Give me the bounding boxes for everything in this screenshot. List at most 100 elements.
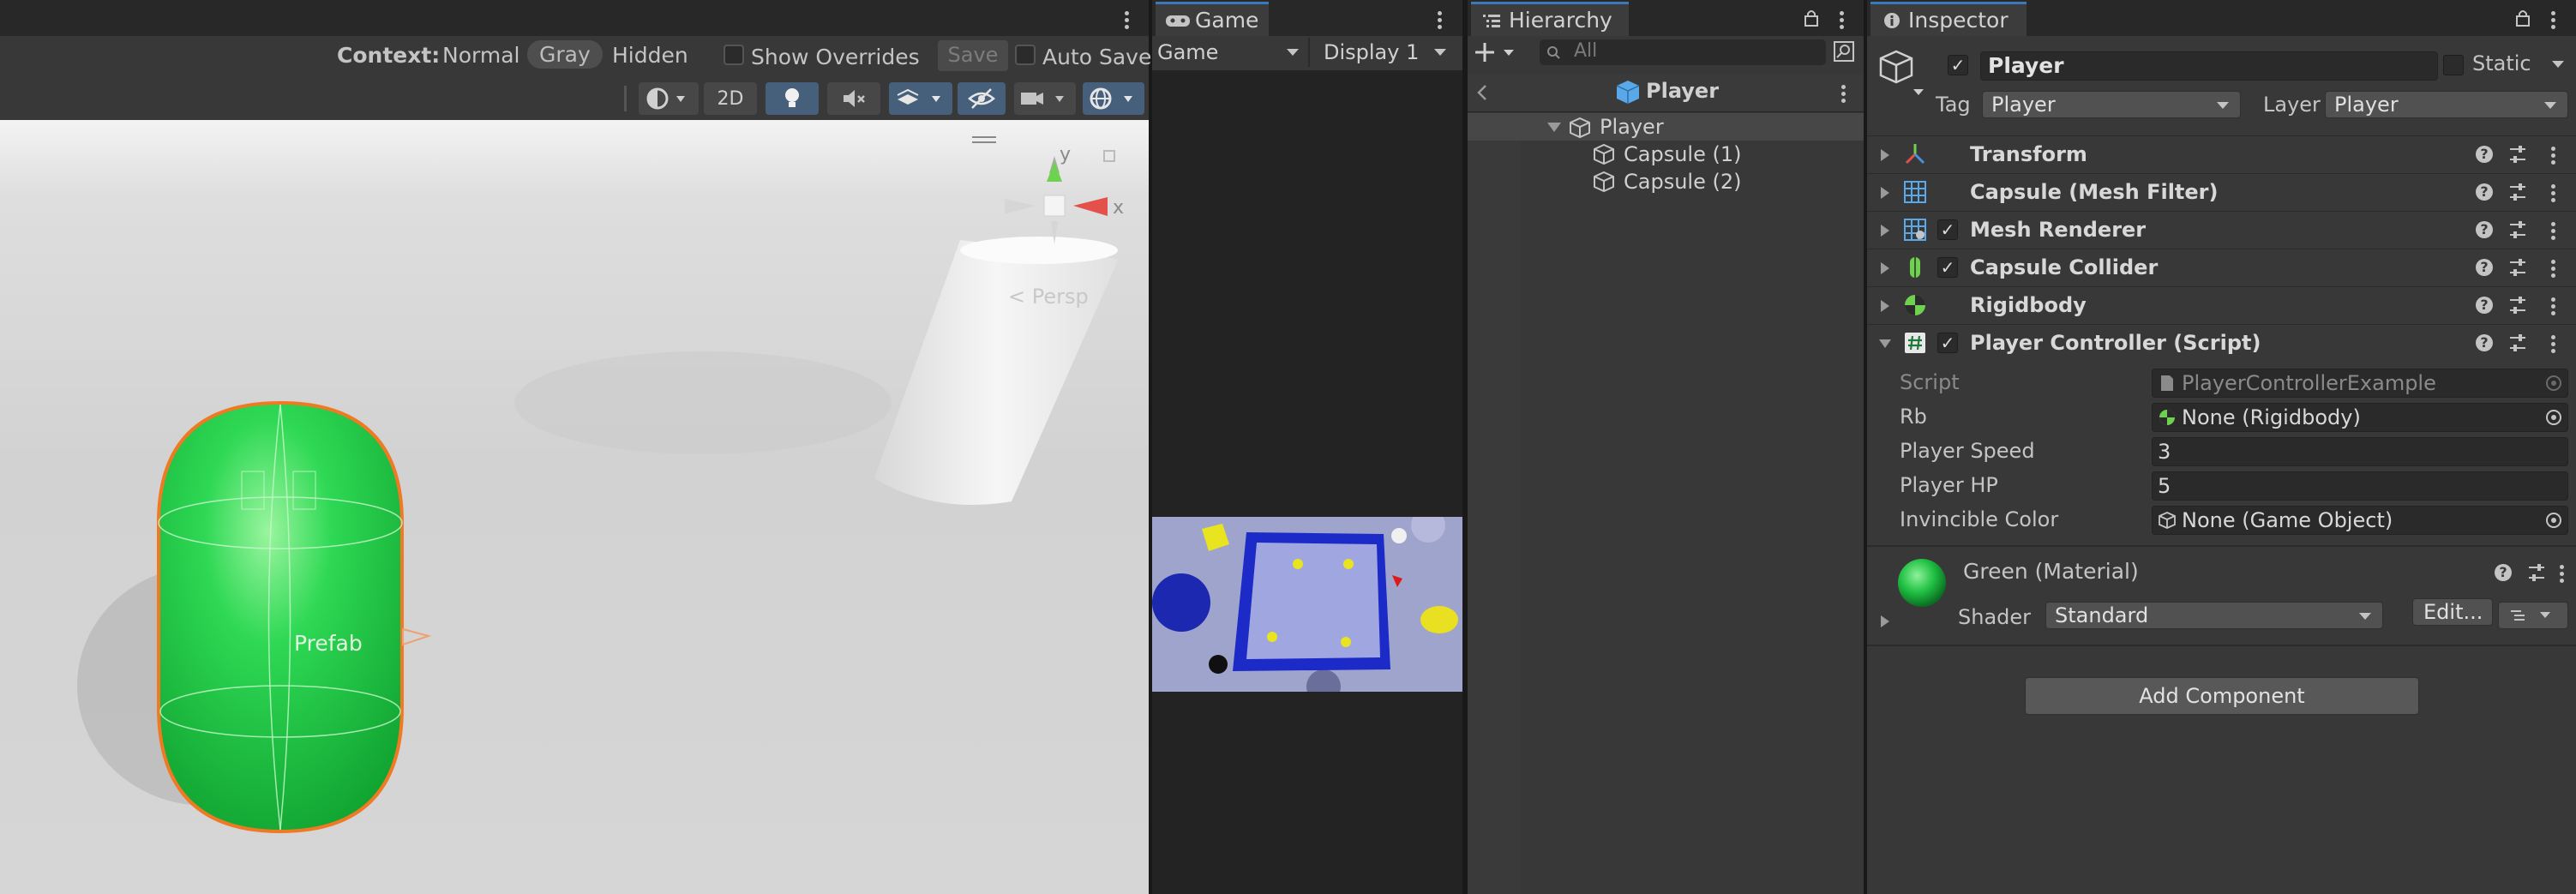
- breadcrumb-more-menu-icon[interactable]: [1841, 82, 1846, 105]
- context-gray-option[interactable]: Gray: [527, 40, 603, 69]
- context-normal-option[interactable]: Normal: [442, 43, 519, 68]
- help-icon[interactable]: ?: [2476, 146, 2493, 163]
- add-component-button[interactable]: Add Component: [2025, 677, 2419, 715]
- save-button[interactable]: Save: [938, 40, 1008, 71]
- preset-sliders-icon[interactable]: [2508, 182, 2527, 202]
- component-menu-icon[interactable]: [2551, 257, 2556, 280]
- preset-sliders-icon[interactable]: [2508, 295, 2527, 315]
- search-scene-icon[interactable]: [1833, 40, 1855, 63]
- display-dropdown[interactable]: Display 1: [1324, 38, 1452, 67]
- hierarchy-search-input[interactable]: All: [1540, 39, 1826, 65]
- projection-label[interactable]: < Persp: [1008, 285, 1089, 309]
- hierarchy-item-player[interactable]: Player: [1600, 115, 1664, 139]
- lighting-toggle-button[interactable]: [766, 82, 819, 115]
- expand-triangle-icon[interactable]: [1881, 149, 1889, 161]
- help-icon[interactable]: ?: [2476, 297, 2493, 314]
- help-icon[interactable]: ?: [2495, 564, 2512, 581]
- script-file-icon: [2161, 375, 2173, 391]
- gizmos-dropdown[interactable]: [1083, 82, 1144, 115]
- game-render-view[interactable]: [1152, 517, 1462, 692]
- tab-hierarchy[interactable]: Hierarchy: [1471, 2, 1629, 36]
- help-icon[interactable]: ?: [2476, 183, 2493, 201]
- expand-triangle-icon[interactable]: [1881, 262, 1889, 274]
- game-mode-dropdown[interactable]: Game: [1157, 38, 1305, 67]
- chevron-down-icon[interactable]: [2551, 60, 2565, 69]
- expand-triangle-icon[interactable]: [1546, 122, 1562, 134]
- collapse-triangle-icon[interactable]: [1879, 339, 1891, 348]
- help-icon[interactable]: ?: [2476, 334, 2493, 351]
- display-value: Display 1: [1324, 40, 1420, 64]
- tab-game[interactable]: Game: [1156, 2, 1269, 36]
- draw-mode-dropdown[interactable]: [639, 82, 699, 115]
- effects-dropdown[interactable]: [889, 82, 952, 115]
- scene-viewport[interactable]: y x < Persp Prefab: [0, 120, 1149, 894]
- rigidbody-small-icon: [2159, 410, 2175, 425]
- gizmo-lock-icon[interactable]: [1103, 150, 1115, 162]
- auto-save-checkbox[interactable]: [1015, 45, 1036, 65]
- object-picker-icon[interactable]: [2544, 408, 2563, 427]
- lock-icon[interactable]: [2515, 9, 2531, 27]
- hierarchy-item-capsule-2[interactable]: Capsule (2): [1624, 170, 1741, 194]
- invincible-color-value: None (Game Object): [2182, 508, 2393, 532]
- game-more-menu-icon[interactable]: [1438, 9, 1443, 32]
- tab-inspector[interactable]: Inspector: [1870, 2, 2027, 36]
- show-overrides-checkbox[interactable]: [724, 45, 744, 65]
- capsule-collider-enabled-checkbox[interactable]: ✓: [1937, 257, 1958, 278]
- invincible-color-object-field[interactable]: None (Game Object): [2152, 506, 2568, 535]
- edit-shader-button[interactable]: Edit...: [2412, 598, 2493, 626]
- static-checkbox[interactable]: [2443, 55, 2464, 75]
- scene-visibility-toggle[interactable]: [958, 82, 1006, 115]
- player-capsule[interactable]: [157, 326, 404, 834]
- context-hidden-option[interactable]: Hidden: [612, 43, 688, 68]
- back-arrow-icon[interactable]: [1476, 84, 1488, 101]
- expand-triangle-icon[interactable]: [1881, 615, 1889, 627]
- preset-sliders-icon[interactable]: [2508, 333, 2527, 353]
- toggle-2d-button[interactable]: 2D: [704, 82, 757, 115]
- rb-object-field[interactable]: None (Rigidbody): [2152, 403, 2568, 432]
- help-icon[interactable]: ?: [2476, 221, 2493, 238]
- hierarchy-row-player[interactable]: [1468, 113, 1864, 141]
- mesh-renderer-enabled-checkbox[interactable]: ✓: [1937, 219, 1958, 240]
- expand-triangle-icon[interactable]: [1881, 225, 1889, 237]
- gameobject-cube-icon: [1594, 171, 1614, 193]
- effects-layers-icon: [897, 88, 940, 105]
- object-picker-icon[interactable]: [2544, 511, 2563, 530]
- component-menu-icon[interactable]: [2551, 182, 2556, 205]
- static-label: Static: [2472, 51, 2531, 75]
- expand-triangle-icon[interactable]: [1881, 187, 1889, 199]
- background-capsule[interactable]: [874, 237, 1119, 505]
- move-handle-icon[interactable]: [402, 627, 432, 646]
- component-menu-icon[interactable]: [2551, 144, 2556, 167]
- component-menu-icon[interactable]: [2551, 219, 2556, 243]
- component-menu-icon[interactable]: [2551, 333, 2556, 356]
- preset-sliders-icon[interactable]: [2508, 257, 2527, 278]
- active-checkbox[interactable]: ✓: [1948, 55, 1968, 75]
- orientation-gizmo[interactable]: [972, 136, 1115, 244]
- component-menu-icon[interactable]: [2551, 295, 2556, 318]
- layer-dropdown[interactable]: Player: [2325, 91, 2568, 118]
- player-hp-input[interactable]: 5: [2152, 471, 2568, 501]
- help-icon[interactable]: ?: [2476, 259, 2493, 276]
- hierarchy-item-capsule-1[interactable]: Capsule (1): [1624, 142, 1741, 166]
- preset-sliders-icon[interactable]: [2508, 144, 2527, 165]
- inspector-more-menu-icon[interactable]: [2551, 9, 2556, 32]
- material-menu-icon[interactable]: [2560, 562, 2565, 585]
- shader-dropdown[interactable]: Standard: [2045, 602, 2383, 629]
- gameobject-large-icon[interactable]: [1879, 48, 1925, 98]
- player-controller-enabled-checkbox[interactable]: ✓: [1937, 333, 1958, 353]
- expand-triangle-icon[interactable]: [1881, 300, 1889, 312]
- tag-dropdown[interactable]: Player: [1982, 91, 2241, 118]
- player-speed-input[interactable]: 3: [2152, 437, 2568, 466]
- scene-more-menu-icon[interactable]: [1125, 9, 1130, 32]
- audio-toggle-button[interactable]: [827, 82, 880, 115]
- camera-settings-dropdown[interactable]: [1014, 82, 1076, 115]
- object-name-field[interactable]: Player: [1980, 51, 2438, 81]
- breadcrumb-title[interactable]: Player: [1646, 79, 1719, 103]
- hierarchy-more-menu-icon[interactable]: [1840, 9, 1845, 32]
- preset-sliders-icon[interactable]: [2508, 219, 2527, 240]
- gizmo-y-label: y: [1060, 144, 1072, 165]
- shader-options-dropdown[interactable]: [2498, 602, 2568, 629]
- create-button[interactable]: [1474, 39, 1526, 65]
- preset-sliders-icon[interactable]: [2527, 562, 2546, 583]
- lock-icon[interactable]: [1804, 9, 1819, 27]
